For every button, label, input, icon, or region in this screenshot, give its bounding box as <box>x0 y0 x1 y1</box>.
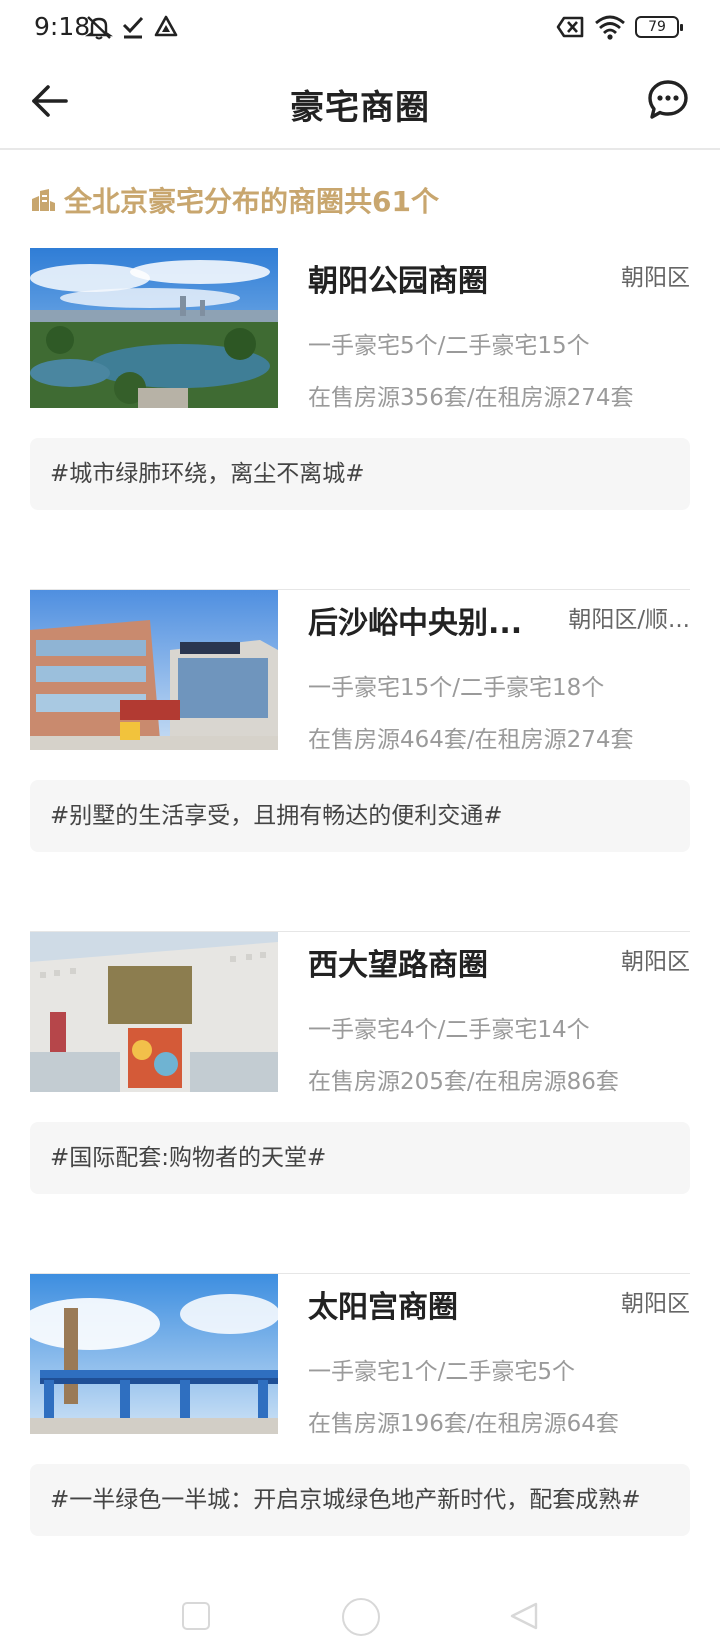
mute-icon <box>85 16 113 40</box>
luxury-house-count: 一手豪宅1个/二手豪宅5个 <box>308 1359 576 1385</box>
status-time: 9:18 <box>34 12 91 41</box>
district-area: 朝阳区 <box>621 265 690 291</box>
district-tagline: #城市绿肺环绕，离尘不离城# <box>30 438 690 510</box>
district-list: 朝阳公园商圈 朝阳区 一手豪宅5个/二手豪宅15个 在售房源356套/在租房源2… <box>30 248 690 1536</box>
chat-bubble-icon <box>648 80 688 119</box>
home-button[interactable] <box>342 1598 380 1636</box>
district-card[interactable]: 朝阳公园商圈 朝阳区 一手豪宅5个/二手豪宅15个 在售房源356套/在租房源2… <box>30 248 690 590</box>
district-tagline: #一半绿色一半城：开启京城绿色地产新时代，配套成熟# <box>30 1464 690 1536</box>
summary-text: 全北京豪宅分布的商圈共61个 <box>64 185 439 218</box>
district-name: 太阳宫商圈 <box>308 1290 458 1325</box>
battery-icon: 79 <box>635 16 683 38</box>
district-photo-mall <box>30 590 278 750</box>
district-photo-shopping-center <box>30 932 278 1092</box>
district-card[interactable]: 西大望路商圈 朝阳区 一手豪宅4个/二手豪宅14个 在售房源205套/在租房源8… <box>30 932 690 1274</box>
recent-apps-button[interactable] <box>182 1602 210 1630</box>
building-icon <box>32 189 55 211</box>
district-area: 朝阳区/顺... <box>568 607 690 633</box>
system-nav-bar <box>0 1580 720 1650</box>
listing-count: 在售房源464套/在租房源274套 <box>308 727 634 753</box>
district-photo-gate <box>30 1274 278 1434</box>
status-bar: 9:18 79 <box>0 0 720 56</box>
district-name: 后沙峪中央别... <box>308 606 523 641</box>
luxury-house-count: 一手豪宅4个/二手豪宅14个 <box>308 1017 590 1043</box>
luxury-house-count: 一手豪宅15个/二手豪宅18个 <box>308 675 605 701</box>
summary: 全北京豪宅分布的商圈共61个 <box>30 180 439 220</box>
listing-count: 在售房源196套/在租房源64套 <box>308 1411 619 1437</box>
drive-icon <box>154 15 178 37</box>
listing-count: 在售房源205套/在租房源86套 <box>308 1069 619 1095</box>
district-tagline: #国际配套:购物者的天堂# <box>30 1122 690 1194</box>
wifi-icon <box>595 15 625 40</box>
district-name: 朝阳公园商圈 <box>308 264 488 299</box>
message-button[interactable] <box>644 76 692 124</box>
listing-count: 在售房源356套/在租房源274套 <box>308 385 634 411</box>
district-area: 朝阳区 <box>621 1291 690 1317</box>
check-icon <box>122 16 144 39</box>
district-card[interactable]: 后沙峪中央别... 朝阳区/顺... 一手豪宅15个/二手豪宅18个 在售房源4… <box>30 590 690 932</box>
nav-back-button[interactable] <box>508 1600 540 1632</box>
sim-off-icon <box>556 16 584 38</box>
district-tagline: #别墅的生活享受，且拥有畅达的便利交通# <box>30 780 690 852</box>
district-card[interactable]: 太阳宫商圈 朝阳区 一手豪宅1个/二手豪宅5个 在售房源196套/在租房源64套… <box>30 1274 690 1536</box>
district-area: 朝阳区 <box>621 949 690 975</box>
luxury-house-count: 一手豪宅5个/二手豪宅15个 <box>308 333 590 359</box>
district-name: 西大望路商圈 <box>308 948 488 983</box>
header: 豪宅商圈 <box>0 56 720 150</box>
district-photo-park <box>30 248 278 408</box>
page-title: 豪宅商圈 <box>290 88 430 128</box>
